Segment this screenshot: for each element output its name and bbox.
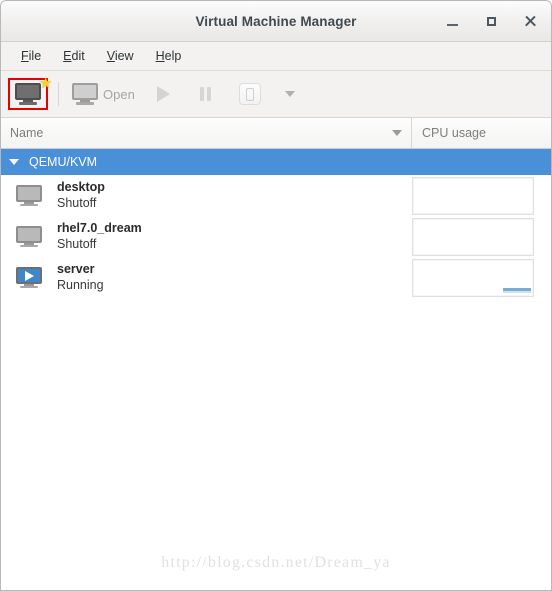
menu-edit[interactable]: Edit xyxy=(52,46,96,66)
menu-help-mnemonic: H xyxy=(155,49,165,63)
cpu-usage-line xyxy=(503,287,531,293)
title-bar: Virtual Machine Manager xyxy=(1,1,551,42)
table-row[interactable]: desktop Shutoff xyxy=(1,175,551,216)
close-icon xyxy=(524,15,536,27)
minimize-button[interactable] xyxy=(439,8,465,34)
menu-help-label: elp xyxy=(164,49,182,63)
menu-edit-label: dit xyxy=(71,49,85,63)
vm-icon-cell xyxy=(1,225,57,248)
cpu-usage-sparkline xyxy=(412,258,534,297)
vm-shutoff-icon xyxy=(16,225,42,248)
chevron-down-icon xyxy=(284,91,295,97)
maximize-icon xyxy=(486,16,496,26)
open-button[interactable]: Open xyxy=(66,79,141,109)
connection-row-qemu-kvm[interactable]: QEMU/KVM xyxy=(1,149,551,175)
vm-text-cell: desktop Shutoff xyxy=(57,180,412,211)
vm-running-icon xyxy=(16,266,42,289)
column-header-name[interactable]: Name xyxy=(1,118,412,148)
window-controls xyxy=(439,1,543,41)
play-icon xyxy=(156,86,170,102)
new-virtual-machine-button[interactable] xyxy=(8,76,52,110)
menu-view[interactable]: View xyxy=(96,46,145,66)
window-title: Virtual Machine Manager xyxy=(195,13,357,29)
run-button[interactable] xyxy=(151,82,176,106)
minimize-icon xyxy=(446,23,458,26)
vm-cpu-cell xyxy=(412,258,551,297)
shutdown-button[interactable] xyxy=(233,79,267,109)
menu-view-label: iew xyxy=(114,49,134,63)
connection-label: QEMU/KVM xyxy=(29,155,98,169)
vm-icon-cell xyxy=(1,266,57,289)
vm-state: Running xyxy=(57,278,104,292)
vm-text-cell: server Running xyxy=(57,262,412,293)
vm-cpu-cell xyxy=(412,217,551,256)
virtual-machine-manager-window: Virtual Machine Manager File Edit View H… xyxy=(0,0,552,591)
vm-name: rhel7.0_dream xyxy=(57,221,142,235)
maximize-button[interactable] xyxy=(478,8,504,34)
column-header-cpu-usage[interactable]: CPU usage xyxy=(412,118,551,148)
cpu-usage-sparkline xyxy=(412,176,534,215)
sort-descending-icon xyxy=(392,130,402,136)
vm-shutoff-icon xyxy=(16,184,42,207)
column-header-row: Name CPU usage xyxy=(1,118,551,149)
menu-help[interactable]: Help xyxy=(145,46,193,66)
vm-icon-cell xyxy=(1,184,57,207)
pause-button[interactable] xyxy=(194,83,217,105)
table-row[interactable]: rhel7.0_dream Shutoff xyxy=(1,216,551,257)
new-vm-icon xyxy=(15,76,52,105)
column-header-cpu-usage-label: CPU usage xyxy=(422,126,486,140)
column-header-name-label: Name xyxy=(10,126,44,140)
toolbar: Open xyxy=(1,71,551,118)
shutdown-icon xyxy=(238,83,261,105)
vm-name: desktop xyxy=(57,180,105,194)
menu-view-mnemonic: V xyxy=(106,49,115,63)
table-row[interactable]: server Running xyxy=(1,257,551,298)
expander-down-icon[interactable] xyxy=(9,159,19,165)
menu-bar: File Edit View Help xyxy=(1,42,551,71)
vm-name: server xyxy=(57,262,95,276)
open-button-label: Open xyxy=(103,86,135,102)
vm-state: Shutoff xyxy=(57,196,97,210)
vm-cpu-cell xyxy=(412,176,551,215)
play-icon xyxy=(25,270,34,281)
shutdown-dropdown-button[interactable] xyxy=(279,87,301,101)
open-monitor-icon xyxy=(72,83,98,105)
close-button[interactable] xyxy=(517,8,543,34)
menu-edit-mnemonic: E xyxy=(63,49,72,63)
cpu-usage-sparkline xyxy=(412,217,534,256)
menu-file-mnemonic: F xyxy=(21,49,29,63)
vm-text-cell: rhel7.0_dream Shutoff xyxy=(57,221,412,252)
toolbar-separator xyxy=(58,82,59,106)
pause-icon xyxy=(199,87,211,101)
menu-file-label: ile xyxy=(28,49,42,63)
menu-file[interactable]: File xyxy=(10,46,52,66)
vm-state: Shutoff xyxy=(57,237,97,251)
vm-list: QEMU/KVM desktop Shutoff rhel7.0_dream S… xyxy=(1,149,551,590)
